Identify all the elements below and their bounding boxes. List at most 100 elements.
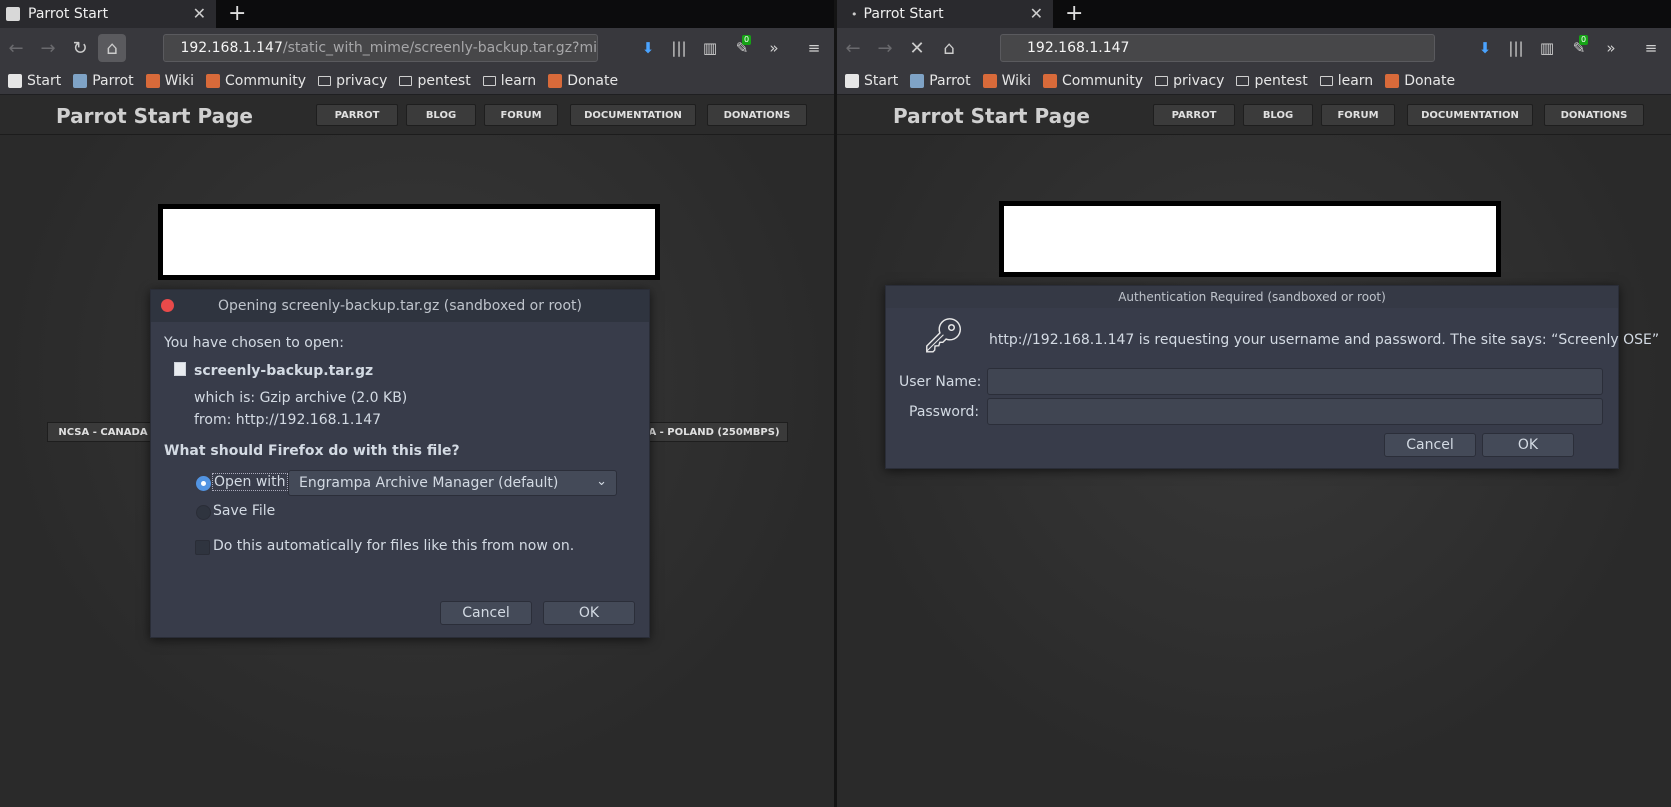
auth-dialog: Authentication Required (sandboxed or ro… [885,285,1659,469]
bookmark-parrot[interactable]: Parrot [910,73,971,89]
bookmarks-bar: Start Parrot Wiki Community privacy pent… [0,68,834,95]
bookmark-learn[interactable]: learn [482,73,536,89]
page-header: Parrot Start Page PARROT BLOG FORUM DOCU… [837,95,1671,135]
tab-parrot-start[interactable]: • Parrot Start ✕ [837,0,1053,28]
parrot-icon [910,74,925,88]
tab-parrot-start[interactable]: Parrot Start ✕ [0,0,216,28]
right-browser-window: • Parrot Start ✕ + ← → ✕ ⌂ 192.168.1.147… [837,0,1671,807]
question-label: What should Firefox do with this file? [164,443,460,459]
bookmark-label: Parrot [929,73,971,89]
bookmark-label: Wiki [164,73,195,89]
mirror-canada[interactable]: NCSA - CANADA [47,422,159,442]
mirror-poland[interactable]: A - POLAND (250MBPS) [640,422,788,442]
back-icon[interactable]: ← [839,34,867,62]
application-value: Engrampa Archive Manager (default) [299,475,559,491]
save-file-radio[interactable] [196,505,211,520]
nav-donations[interactable]: DONATIONS [1544,104,1644,126]
download-icon[interactable]: ⬇ [1472,34,1498,62]
bookmark-privacy[interactable]: privacy [318,73,387,89]
bookmark-label: Community [1062,73,1144,89]
file-name: screenly-backup.tar.gz [194,363,374,379]
extension-icon[interactable]: ✎ 0 [1566,34,1592,62]
nav-blog[interactable]: BLOG [406,104,476,126]
auto-label[interactable]: Do this automatically for files like thi… [213,538,574,554]
key-icon: 🔑︎ [922,316,966,356]
nav-forum[interactable]: FORUM [484,104,558,126]
open-with-radio[interactable] [196,476,211,491]
url-bar[interactable]: 192.168.1.147/static_with_mime/screenly-… [163,34,598,62]
wiki-icon [145,74,160,88]
ok-button[interactable]: OK [1482,433,1574,457]
nav-parrot[interactable]: PARROT [316,104,398,126]
dialog-title: Opening screenly-backup.tar.gz (sandboxe… [218,298,582,314]
page-title: Parrot Start Page [893,104,1090,128]
sidebar-icon[interactable]: ▥ [697,34,723,62]
overflow-icon[interactable]: » [1598,34,1624,62]
nav-forum[interactable]: FORUM [1321,104,1395,126]
forward-icon[interactable]: → [871,34,899,62]
bookmark-label: Donate [1404,73,1456,89]
bookmark-donate[interactable]: Donate [1385,73,1455,89]
ok-button[interactable]: OK [543,601,635,625]
stop-icon[interactable]: ✕ [903,34,931,62]
reload-icon[interactable]: ↻ [66,34,94,62]
library-icon[interactable]: ||| [1503,34,1529,62]
close-icon[interactable] [161,299,174,312]
home-icon[interactable]: ⌂ [935,34,963,62]
auth-message: http://192.168.1.147 is requesting your … [989,332,1660,348]
file-icon [174,362,186,376]
nav-documentation[interactable]: DOCUMENTATION [570,104,696,126]
new-tab-icon[interactable]: + [1065,1,1083,26]
bookmark-donate[interactable]: Donate [548,73,618,89]
tab-title: Parrot Start [28,6,109,22]
url-bar[interactable]: 192.168.1.147 [1000,34,1435,62]
folder-icon [399,76,413,86]
bookmark-community[interactable]: Community [1043,73,1143,89]
url-host: 192.168.1.147 [1027,40,1130,56]
save-file-label[interactable]: Save File [213,503,275,519]
bookmark-learn[interactable]: learn [1319,73,1374,89]
bookmark-label: learn [1337,73,1374,89]
cancel-button[interactable]: Cancel [1384,433,1476,457]
folder-icon [482,76,496,86]
donate-icon [1385,74,1400,88]
nav-donations[interactable]: DONATIONS [707,104,807,126]
auto-checkbox[interactable] [195,540,210,555]
page-favicon-icon [6,7,20,21]
nav-blog[interactable]: BLOG [1243,104,1313,126]
open-with-label[interactable]: Open with [212,473,288,491]
bookmark-label: privacy [1173,73,1225,89]
tab-bar: Parrot Start ✕ + [0,0,834,28]
bookmark-community[interactable]: Community [206,73,306,89]
bookmark-pentest[interactable]: pentest [1236,73,1308,89]
bookmark-wiki[interactable]: Wiki [145,73,195,89]
close-tab-icon[interactable]: ✕ [1030,4,1043,23]
bookmark-start[interactable]: Start [8,73,61,89]
cancel-button[interactable]: Cancel [440,601,532,625]
bookmark-parrot[interactable]: Parrot [73,73,134,89]
back-icon[interactable]: ← [2,34,30,62]
bookmark-privacy[interactable]: privacy [1155,73,1224,89]
white-banner [999,201,1501,277]
bookmark-start[interactable]: Start [845,73,898,89]
menu-icon[interactable]: ≡ [1638,34,1664,62]
download-icon[interactable]: ⬇ [635,34,661,62]
left-browser-window: Parrot Start ✕ + ← → ↻ ⌂ 192.168.1.147/s… [0,0,834,807]
new-tab-icon[interactable]: + [228,1,246,26]
forward-icon[interactable]: → [34,34,62,62]
bookmark-pentest[interactable]: pentest [399,73,471,89]
extension-icon[interactable]: ✎ 0 [729,34,755,62]
overflow-icon[interactable]: » [761,34,787,62]
nav-parrot[interactable]: PARROT [1153,104,1235,126]
close-tab-icon[interactable]: ✕ [193,4,206,23]
application-select[interactable]: Engrampa Archive Manager (default) ⌄ [288,470,617,496]
home-icon[interactable]: ⌂ [98,34,126,62]
menu-icon[interactable]: ≡ [801,34,827,62]
password-input[interactable] [987,398,1603,425]
extension-badge: 0 [742,35,752,45]
sidebar-icon[interactable]: ▥ [1534,34,1560,62]
bookmark-wiki[interactable]: Wiki [982,73,1031,89]
user-name-input[interactable] [987,368,1603,395]
nav-documentation[interactable]: DOCUMENTATION [1407,104,1533,126]
library-icon[interactable]: ||| [666,34,692,62]
